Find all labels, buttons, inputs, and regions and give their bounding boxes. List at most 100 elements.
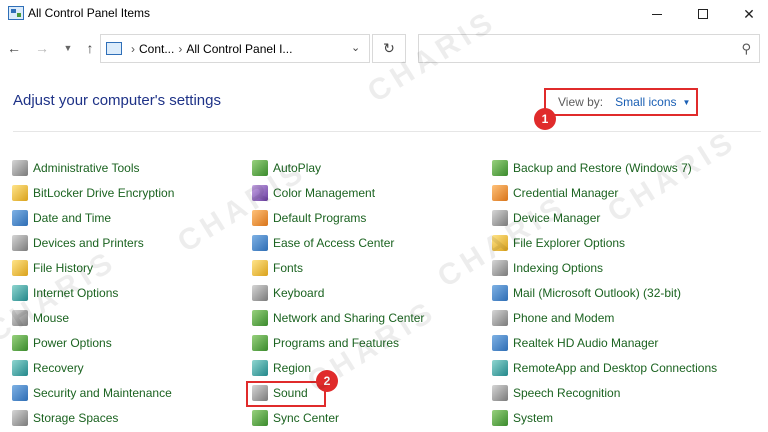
item-administrative-tools[interactable]: Administrative Tools <box>12 157 140 179</box>
region-icon <box>252 360 268 376</box>
flag-icon <box>12 385 28 401</box>
item-label: Date and Time <box>33 211 112 225</box>
item-label: File Explorer Options <box>513 236 626 250</box>
up-button[interactable]: ↑ <box>80 38 100 58</box>
printer-icon <box>12 235 28 251</box>
item-devices-and-printers[interactable]: Devices and Printers <box>12 232 144 254</box>
item-network-sharing[interactable]: Network and Sharing Center <box>252 307 424 329</box>
search-icon: ⚲ <box>741 41 751 56</box>
item-region[interactable]: Region <box>252 357 311 379</box>
item-programs-and-features[interactable]: Programs and Features <box>252 332 399 354</box>
default-programs-icon <box>252 210 268 226</box>
close-icon: ✕ <box>743 5 755 22</box>
item-label: Phone and Modem <box>513 311 615 325</box>
item-sync-center[interactable]: Sync Center <box>252 407 339 429</box>
item-mouse[interactable]: Mouse <box>12 307 69 329</box>
device-manager-icon <box>492 210 508 226</box>
item-mail[interactable]: Mail (Microsoft Outlook) (32-bit) <box>492 282 681 304</box>
breadcrumb-item-all-items[interactable]: All Control Panel I... <box>186 42 292 56</box>
recovery-icon <box>12 360 28 376</box>
item-label: Programs and Features <box>273 336 400 350</box>
clock-icon <box>12 210 28 226</box>
network-icon <box>252 310 268 326</box>
item-autoplay[interactable]: AutoPlay <box>252 157 321 179</box>
title-bar: All Control Panel Items ✕ <box>0 0 768 28</box>
item-bitlocker[interactable]: BitLocker Drive Encryption <box>12 182 174 204</box>
refresh-button[interactable]: ↻ <box>372 34 406 63</box>
admin-tools-icon <box>12 160 28 176</box>
item-keyboard[interactable]: Keyboard <box>252 282 324 304</box>
mail-icon <box>492 285 508 301</box>
item-speech-recognition[interactable]: Speech Recognition <box>492 382 620 404</box>
breadcrumb-item-control-panel[interactable]: Cont... <box>139 42 174 56</box>
storage-icon <box>12 410 28 426</box>
page-title: Adjust your computer's settings <box>13 92 221 109</box>
item-recovery[interactable]: Recovery <box>12 357 84 379</box>
item-label: Backup and Restore (Windows 7) <box>513 161 692 175</box>
battery-icon <box>12 335 28 351</box>
sound-highlight-box <box>246 381 326 407</box>
item-default-programs[interactable]: Default Programs <box>252 207 366 229</box>
programs-icon <box>252 335 268 351</box>
remote-desktop-icon <box>492 360 508 376</box>
item-security-and-maintenance[interactable]: Security and Maintenance <box>12 382 172 404</box>
arrow-left-icon: ← <box>7 40 21 56</box>
maximize-button[interactable] <box>680 0 726 28</box>
item-label: Color Management <box>273 186 376 200</box>
address-dropdown-icon[interactable]: ⌄ <box>351 41 360 54</box>
minimize-button[interactable] <box>634 0 680 28</box>
item-label: Speech Recognition <box>513 386 621 400</box>
item-remoteapp[interactable]: RemoteApp and Desktop Connections <box>492 357 717 379</box>
ease-access-icon <box>252 235 268 251</box>
item-power-options[interactable]: Power Options <box>12 332 112 354</box>
arrow-up-icon: ↑ <box>86 40 94 56</box>
item-label: Internet Options <box>33 286 119 300</box>
item-credential-manager[interactable]: Credential Manager <box>492 182 618 204</box>
sync-icon <box>252 410 268 426</box>
item-label: Recovery <box>33 361 84 375</box>
item-phone-and-modem[interactable]: Phone and Modem <box>492 307 614 329</box>
item-label: Sync Center <box>273 411 340 425</box>
item-backup-and-restore[interactable]: Backup and Restore (Windows 7) <box>492 157 692 179</box>
item-label: Network and Sharing Center <box>273 311 425 325</box>
folder-options-icon <box>492 235 508 251</box>
view-by-selector[interactable]: View by: Small icons ▼ <box>544 88 698 116</box>
item-internet-options[interactable]: Internet Options <box>12 282 118 304</box>
item-system[interactable]: System <box>492 407 553 429</box>
item-storage-spaces[interactable]: Storage Spaces <box>12 407 118 429</box>
recent-locations-button[interactable]: ▼ <box>58 38 78 58</box>
window-title: All Control Panel Items <box>28 6 151 20</box>
item-label: BitLocker Drive Encryption <box>33 186 175 200</box>
item-date-and-time[interactable]: Date and Time <box>12 207 111 229</box>
item-label: Mouse <box>33 311 70 325</box>
item-color-management[interactable]: Color Management <box>252 182 375 204</box>
item-realtek-audio[interactable]: Realtek HD Audio Manager <box>492 332 658 354</box>
item-label: Ease of Access Center <box>273 236 395 250</box>
item-label: Indexing Options <box>513 261 604 275</box>
back-button[interactable]: ← <box>4 38 24 58</box>
backup-icon <box>492 160 508 176</box>
item-device-manager[interactable]: Device Manager <box>492 207 600 229</box>
close-button[interactable]: ✕ <box>726 0 768 28</box>
item-indexing-options[interactable]: Indexing Options <box>492 257 603 279</box>
item-fonts[interactable]: Fonts <box>252 257 303 279</box>
item-label: Device Manager <box>513 211 601 225</box>
step-badge-2: 2 <box>316 370 338 392</box>
microphone-icon <box>492 385 508 401</box>
forward-button[interactable]: → <box>32 38 52 58</box>
autoplay-icon <box>252 160 268 176</box>
item-label: Power Options <box>33 336 112 350</box>
item-file-history[interactable]: File History <box>12 257 93 279</box>
refresh-icon: ↻ <box>383 40 395 56</box>
item-ease-of-access[interactable]: Ease of Access Center <box>252 232 394 254</box>
view-by-value[interactable]: Small icons <box>615 95 676 109</box>
item-label: Administrative Tools <box>33 161 140 175</box>
globe-icon <box>12 285 28 301</box>
item-file-explorer-options[interactable]: File Explorer Options <box>492 232 625 254</box>
caret-down-icon[interactable]: ▼ <box>683 98 691 107</box>
search-input[interactable]: ⚲ <box>418 34 760 63</box>
item-label: AutoPlay <box>273 161 322 175</box>
chevron-down-icon: ▼ <box>63 43 73 53</box>
system-icon <box>492 410 508 426</box>
address-bar[interactable]: › Cont... › All Control Panel I... ⌄ <box>100 34 370 63</box>
